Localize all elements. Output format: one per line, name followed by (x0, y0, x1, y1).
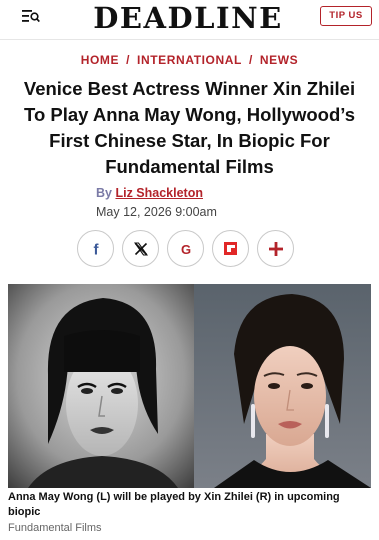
google-icon: G (180, 242, 190, 256)
menu-search-icon[interactable] (22, 9, 40, 23)
share-x-button[interactable] (122, 230, 159, 267)
facebook-icon: f (93, 242, 99, 256)
share-google-button[interactable]: G (167, 230, 204, 267)
xin-zhilei-photo (194, 284, 371, 488)
image-caption: Anna May Wong (L) will be played by Xin … (8, 491, 340, 518)
image-credit: Fundamental Films (8, 522, 102, 534)
breadcrumb-international[interactable]: INTERNATIONAL (137, 53, 242, 67)
tip-us-button[interactable]: TIP US (320, 6, 372, 26)
byline: By Liz Shackleton (96, 186, 203, 200)
author-link[interactable]: Liz Shackleton (115, 186, 203, 200)
article-headline: Venice Best Actress Winner Xin Zhilei To… (23, 78, 356, 177)
top-bar: DEADLINE TIP US (0, 0, 379, 40)
breadcrumb: HOME / INTERNATIONAL / NEWS (0, 53, 379, 67)
share-flipboard-button[interactable] (212, 230, 249, 267)
breadcrumb-home[interactable]: HOME (81, 53, 119, 67)
breadcrumb-separator: / (126, 53, 131, 67)
breadcrumb-separator: / (248, 53, 253, 67)
plus-icon (268, 241, 283, 256)
publish-date: May 12, 2026 9:00am (96, 205, 217, 219)
byline-prefix: By (96, 186, 112, 200)
article-image (8, 284, 371, 488)
svg-text:f: f (93, 242, 99, 256)
breadcrumb-news[interactable]: NEWS (260, 53, 298, 67)
flipboard-icon (224, 242, 237, 255)
anna-may-wong-photo (8, 284, 194, 488)
x-icon (133, 241, 148, 256)
site-logo[interactable]: DEADLINE (92, 1, 284, 35)
share-more-button[interactable] (257, 230, 294, 267)
share-facebook-button[interactable]: f (77, 230, 114, 267)
svg-text:G: G (180, 242, 190, 256)
